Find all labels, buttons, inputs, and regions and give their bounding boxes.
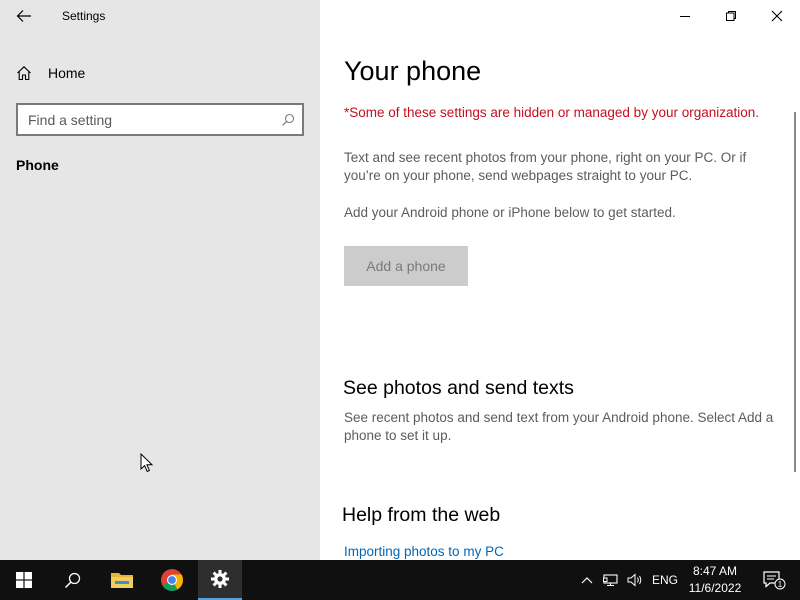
- search-box[interactable]: [16, 103, 304, 136]
- clock-date: 11/6/2022: [688, 581, 742, 595]
- chrome-icon: [161, 569, 183, 591]
- page-title: Your phone: [344, 56, 482, 86]
- section-photos-description: See recent photos and send text from you…: [344, 410, 774, 443]
- gear-icon: [211, 570, 229, 588]
- close-icon: [771, 10, 783, 22]
- scrollbar[interactable]: [794, 112, 796, 472]
- minimize-icon: [680, 16, 690, 17]
- windows-start-icon: [16, 572, 32, 588]
- add-phone-button[interactable]: Add a phone: [344, 246, 468, 286]
- back-button[interactable]: [8, 4, 40, 28]
- mouse-cursor-icon: [140, 453, 154, 473]
- nav-item-phone[interactable]: Phone: [16, 157, 59, 173]
- maximize-icon: [726, 11, 736, 21]
- section-heading-help: Help from the web: [342, 504, 501, 526]
- taskbar-settings-app[interactable]: [198, 560, 242, 600]
- network-icon: [603, 574, 618, 587]
- phone-description: Text and see recent photos from your pho…: [344, 150, 747, 183]
- taskbar: ENG 8:47 AM 11/6/2022 1: [0, 560, 800, 600]
- clock-time: 8:47 AM: [692, 564, 738, 578]
- help-link-importing-photos[interactable]: Importing photos to my PC: [344, 544, 504, 559]
- navigation-pane: Settings Home Phone: [0, 0, 320, 560]
- close-button[interactable]: [754, 0, 800, 32]
- section-heading-photos: See photos and send texts: [343, 377, 574, 399]
- notification-icon: 1: [763, 571, 786, 590]
- get-started-text: Add your Android phone or iPhone below t…: [344, 205, 676, 220]
- home-icon: [16, 64, 34, 82]
- search-input[interactable]: [18, 105, 274, 134]
- organization-warning: *Some of these settings are hidden or ma…: [344, 105, 760, 120]
- back-arrow-icon: [16, 10, 31, 22]
- app-title: Settings: [62, 9, 106, 23]
- notification-count: 1: [778, 580, 783, 589]
- taskbar-file-explorer[interactable]: [98, 560, 146, 600]
- minimize-button[interactable]: [662, 0, 708, 32]
- search-icon: [64, 572, 80, 588]
- volume-button[interactable]: [624, 560, 646, 600]
- taskbar-chrome[interactable]: [148, 560, 196, 600]
- clock[interactable]: 8:47 AM 11/6/2022: [684, 560, 746, 600]
- network-button[interactable]: [600, 560, 622, 600]
- folder-icon: [111, 573, 133, 588]
- input-language-indicator[interactable]: ENG: [648, 560, 682, 600]
- volume-icon: [627, 573, 642, 587]
- maximize-button[interactable]: [708, 0, 754, 32]
- chevron-up-icon: [581, 577, 593, 584]
- taskbar-search-button[interactable]: [48, 560, 96, 600]
- start-button[interactable]: [0, 560, 48, 600]
- search-icon[interactable]: [274, 105, 302, 134]
- show-hidden-icons-button[interactable]: [576, 560, 598, 600]
- nav-item-home-label: Home: [48, 65, 86, 81]
- nav-item-home[interactable]: Home: [16, 62, 85, 84]
- action-center-button[interactable]: 1: [754, 560, 794, 600]
